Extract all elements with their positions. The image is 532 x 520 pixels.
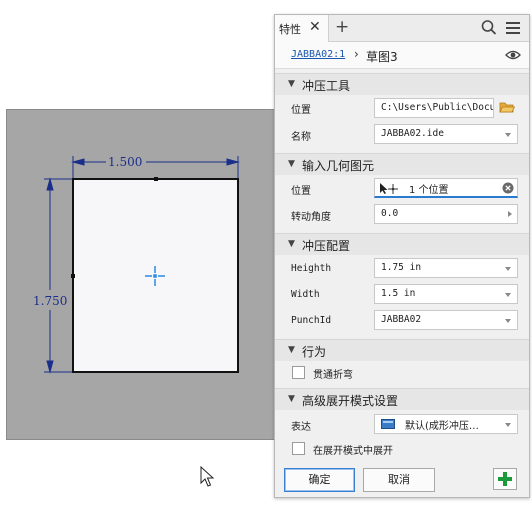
ok-button[interactable]: 确定 (284, 468, 355, 492)
section-punch-config-title: 冲压配置 (302, 239, 351, 253)
tab-properties[interactable]: 特性 ✕ (275, 15, 329, 42)
name-dropdown[interactable]: JABBA02.ide (374, 124, 518, 144)
section-advanced-flat[interactable]: ▼ 高级展开模式设置 (275, 388, 529, 410)
section-advanced-flat-title: 高级展开模式设置 (302, 394, 399, 408)
green-plus-icon (498, 472, 512, 486)
width-dropdown[interactable]: 1.5 in (374, 284, 518, 304)
representation-value: 默认(成形冲压… (405, 421, 479, 432)
folder-icon[interactable] (499, 100, 515, 114)
cancel-button[interactable]: 取消 (363, 468, 435, 492)
close-icon[interactable]: ✕ (309, 19, 321, 35)
section-behavior-title: 行为 (302, 345, 327, 359)
position-label: 位置 (291, 186, 311, 197)
height-label: Heighth (291, 263, 332, 274)
section-input-geometry-title: 输入几何图元 (302, 159, 375, 173)
select-arrow-icon (380, 183, 398, 194)
collapse-arrow-icon[interactable]: ▼ (288, 79, 295, 89)
height-dimension-value: 1.750 (33, 294, 67, 308)
center-flat-checkbox[interactable] (292, 442, 305, 455)
section-behavior[interactable]: ▼ 行为 (275, 339, 529, 361)
collapse-arrow-icon[interactable]: ▼ (288, 345, 295, 355)
punchid-label: PunchId (291, 315, 332, 326)
collapse-arrow-icon[interactable]: ▼ (288, 394, 295, 404)
properties-panel: 特性 ✕ + JABBA02:1 › 草图3 ▼ 冲压工具 位置 C:\User… (274, 14, 530, 498)
sketch-point-top (154, 177, 158, 181)
location-field[interactable]: C:\Users\Public\Docum (374, 98, 494, 118)
breadcrumb-part-link[interactable]: JABBA02:1 (291, 49, 345, 60)
clear-icon[interactable] (502, 182, 514, 194)
section-punch-tool[interactable]: ▼ 冲压工具 (275, 73, 529, 95)
representation-label: 表达 (291, 422, 311, 433)
rotation-angle-field[interactable]: 0.0 (374, 204, 518, 224)
height-dropdown[interactable]: 1.75 in (374, 258, 518, 278)
search-icon[interactable] (481, 19, 497, 37)
tab-properties-label: 特性 (279, 23, 301, 36)
name-label: 名称 (291, 132, 311, 143)
sketch-point-left (71, 274, 75, 278)
through-bend-label: 贯通折弯 (313, 370, 353, 381)
width-dimension-value: 1.500 (108, 155, 142, 169)
punchid-dropdown[interactable]: JABBA02 (374, 310, 518, 330)
section-input-geometry[interactable]: ▼ 输入几何图元 (275, 153, 529, 175)
rotation-angle-label: 转动角度 (291, 212, 331, 223)
add-button[interactable] (493, 468, 517, 490)
plus-icon[interactable]: + (335, 17, 349, 37)
collapse-arrow-icon[interactable]: ▼ (288, 159, 295, 169)
panel-tab-bar: 特性 ✕ + (275, 15, 529, 42)
section-punch-config[interactable]: ▼ 冲压配置 (275, 233, 529, 255)
breadcrumb-current: 草图3 (366, 50, 398, 64)
breadcrumb: JABBA02:1 › 草图3 (275, 42, 529, 69)
mouse-cursor-icon (200, 466, 215, 487)
location-label: 位置 (291, 105, 311, 116)
section-punch-tool-title: 冲压工具 (302, 79, 351, 93)
representation-dropdown[interactable]: 默认(成形冲压… (374, 414, 518, 434)
width-dimension (71, 156, 240, 178)
position-selector-value: 1 个位置 (409, 185, 449, 196)
center-flat-label: 在展开模式中展开 (313, 446, 393, 457)
collapse-arrow-icon[interactable]: ▼ (288, 239, 295, 249)
breadcrumb-separator: › (354, 47, 359, 61)
height-dimension (44, 177, 72, 374)
through-bend-checkbox[interactable] (292, 366, 305, 379)
width-label: Width (291, 289, 320, 300)
sheet-icon (381, 419, 395, 429)
hamburger-menu-icon[interactable] (504, 19, 522, 37)
eye-icon[interactable] (505, 49, 521, 61)
position-selector[interactable]: 1 个位置 (374, 178, 518, 198)
